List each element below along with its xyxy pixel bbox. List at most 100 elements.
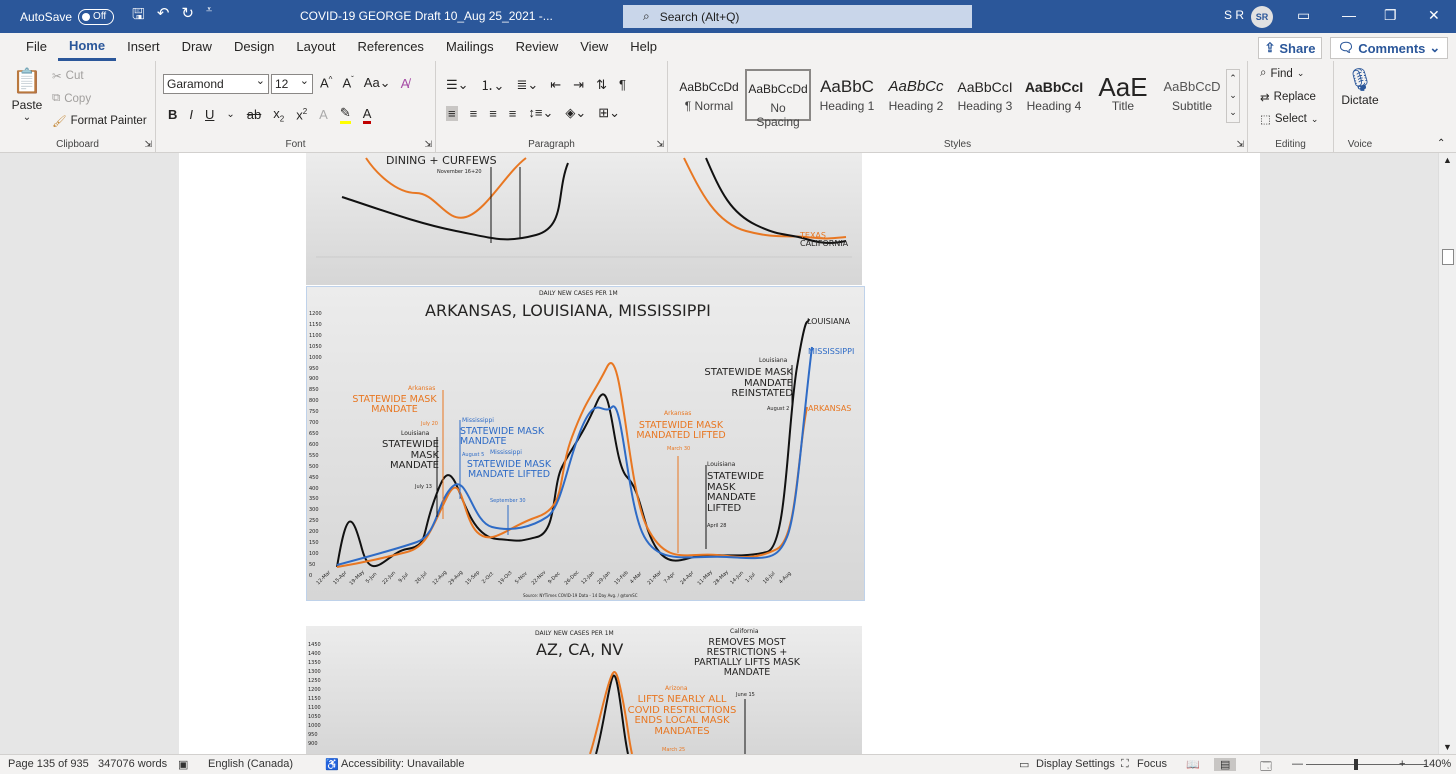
borders-icon[interactable]: ⊞⌄ [598, 105, 620, 121]
dictate-button[interactable]: 🎙 Dictate [1340, 67, 1380, 107]
autosave[interactable]: AutoSave Off [20, 8, 115, 25]
zoom-slider-thumb[interactable] [1354, 759, 1358, 770]
focus-mode[interactable]: Focus [1137, 758, 1167, 770]
restore-icon[interactable]: ❐ [1384, 7, 1397, 24]
ribbon-display-icon[interactable]: ▭ [1297, 7, 1310, 24]
tab-file[interactable]: File [15, 33, 58, 61]
style-subtitle[interactable]: AaBbCcD Subtitle [1159, 69, 1225, 121]
style-heading-4[interactable]: AaBbCcI Heading 4 [1021, 69, 1087, 121]
zoom-in-icon[interactable]: + [1399, 758, 1405, 770]
dialog-launcher-icon[interactable]: ⇲ [656, 139, 664, 150]
bold-icon[interactable]: B [168, 107, 177, 122]
tab-insert[interactable]: Insert [116, 33, 171, 61]
font-size-dropdown[interactable]: 12 [271, 72, 313, 94]
chevron-down-icon[interactable]: ⌄ [1227, 87, 1239, 104]
search-box[interactable]: ⌕ Search (Alt+Q) [623, 5, 972, 28]
proofing-icon[interactable]: ▣ [178, 758, 188, 771]
multilevel-list-icon[interactable]: ≣⌄ [516, 77, 538, 93]
shading-icon[interactable]: ◈⌄ [565, 105, 586, 121]
sort-icon[interactable]: ⇅ [596, 77, 607, 93]
scroll-up-icon[interactable]: ▲ [1443, 155, 1452, 165]
italic-icon[interactable]: I [189, 107, 193, 122]
style-title[interactable]: AaE Title [1090, 69, 1156, 121]
style-heading-1[interactable]: AaBbC Heading 1 [814, 69, 880, 121]
language[interactable]: English (Canada) [208, 758, 293, 770]
save-icon[interactable]: 🖫 [132, 4, 145, 29]
undo-icon[interactable]: ↶ [157, 4, 170, 29]
tab-view[interactable]: View [569, 33, 619, 61]
numbering-icon[interactable]: ⒈⌄ [481, 75, 505, 94]
find-button[interactable]: ⌕ Find ⌄ [1260, 67, 1304, 80]
paste-button[interactable]: 📋 Paste ⌄ [10, 67, 44, 123]
show-marks-icon[interactable]: ¶ [619, 77, 626, 92]
comments-button[interactable]: 🗨 Comments ⌄ [1330, 37, 1448, 59]
shrink-font-icon[interactable]: Aˇ [342, 75, 353, 90]
style-no-spacing[interactable]: AaBbCcDd No Spacing [745, 69, 811, 129]
increase-indent-icon[interactable]: ⇥ [573, 77, 584, 93]
cut-button[interactable]: ✂ Cut [52, 69, 84, 83]
scroll-thumb[interactable] [1442, 249, 1454, 265]
style-heading-3[interactable]: AaBbCcI Heading 3 [952, 69, 1018, 121]
style-normal[interactable]: AaBbCcDd ¶ Normal [676, 69, 742, 121]
tab-home[interactable]: Home [57, 33, 117, 61]
font-family-dropdown[interactable]: Garamond [163, 72, 269, 94]
subscript-icon[interactable]: x2 [273, 106, 284, 124]
autosave-toggle[interactable]: Off [78, 8, 115, 25]
dialog-launcher-icon[interactable]: ⇲ [1236, 139, 1244, 150]
tab-design[interactable]: Design [223, 33, 285, 61]
read-mode-icon[interactable]: 📖 [1186, 758, 1200, 771]
customize-qat-icon[interactable]: ⩡ [206, 4, 212, 29]
avatar[interactable]: SR [1251, 6, 1273, 28]
style-heading-2[interactable]: AaBbCc Heading 2 [883, 69, 949, 121]
zoom-slider[interactable] [1306, 764, 1426, 765]
highlight-icon[interactable]: ✎ [339, 105, 351, 124]
grow-font-icon[interactable]: A^ [320, 75, 332, 90]
document-page[interactable]: DINING + CURFEWS November 16+20 TEXAS CA… [179, 153, 1260, 754]
close-icon[interactable]: ✕ [1428, 7, 1440, 24]
change-case-icon[interactable]: Aa⌄ [364, 75, 391, 91]
font-color-icon[interactable]: A [362, 106, 372, 124]
redo-icon[interactable]: ↻ [181, 4, 194, 29]
share-button[interactable]: ⇪ Share [1258, 37, 1322, 59]
underline-icon[interactable]: U [205, 107, 214, 122]
chevron-up-icon[interactable]: ⌃ [1227, 70, 1239, 87]
decrease-indent-icon[interactable]: ⇤ [550, 77, 561, 93]
vertical-scrollbar[interactable]: ▲ ▼ [1438, 153, 1456, 754]
tab-layout[interactable]: Layout [285, 33, 346, 61]
clear-formatting-icon[interactable]: A̸ [401, 76, 410, 91]
tab-draw[interactable]: Draw [171, 33, 223, 61]
styles-scroller[interactable]: ⌃ ⌄ ⌄ [1226, 69, 1240, 123]
document-canvas[interactable]: DINING + CURFEWS November 16+20 TEXAS CA… [0, 153, 1438, 754]
align-left-icon[interactable]: ≡ [446, 105, 458, 121]
line-spacing-icon[interactable]: ↕≡⌄ [528, 105, 553, 121]
web-layout-icon[interactable]: 🗔 [1260, 758, 1272, 774]
align-center-icon[interactable]: ≡ [470, 106, 478, 121]
superscript-icon[interactable]: x2 [296, 107, 307, 122]
display-settings[interactable]: Display Settings [1036, 758, 1115, 770]
minimize-icon[interactable]: — [1342, 7, 1356, 23]
strikethrough-icon[interactable]: ab [247, 107, 261, 122]
tab-mailings[interactable]: Mailings [435, 33, 505, 61]
replace-button[interactable]: ⇄ Replace [1260, 90, 1316, 104]
dialog-launcher-icon[interactable]: ⇲ [144, 139, 152, 150]
accessibility-status[interactable]: Accessibility: Unavailable [341, 758, 465, 770]
word-count[interactable]: 347076 words [98, 758, 167, 770]
more-styles-icon[interactable]: ⌄ [1227, 104, 1239, 121]
collapse-ribbon-icon[interactable]: ⌃ [1437, 138, 1445, 149]
page-count[interactable]: Page 135 of 935 [8, 758, 89, 770]
print-layout-icon[interactable]: ▤ [1214, 758, 1237, 771]
chevron-down-icon[interactable]: ⌄ [226, 109, 234, 120]
scroll-down-icon[interactable]: ▼ [1443, 742, 1452, 752]
bullets-icon[interactable]: ☰⌄ [446, 77, 469, 93]
justify-icon[interactable]: ≡ [509, 106, 517, 121]
tab-review[interactable]: Review [505, 33, 570, 61]
text-effects-icon[interactable]: A [319, 107, 328, 122]
dialog-launcher-icon[interactable]: ⇲ [424, 139, 432, 150]
format-painter-button[interactable]: 🖌 Format Painter [52, 114, 147, 128]
zoom-level[interactable]: 140% [1423, 758, 1451, 770]
copy-button[interactable]: ⧉ Copy [52, 92, 91, 105]
align-right-icon[interactable]: ≡ [489, 106, 497, 121]
zoom-out-icon[interactable]: — [1292, 758, 1303, 770]
tab-help[interactable]: Help [619, 33, 668, 61]
tab-references[interactable]: References [346, 33, 434, 61]
